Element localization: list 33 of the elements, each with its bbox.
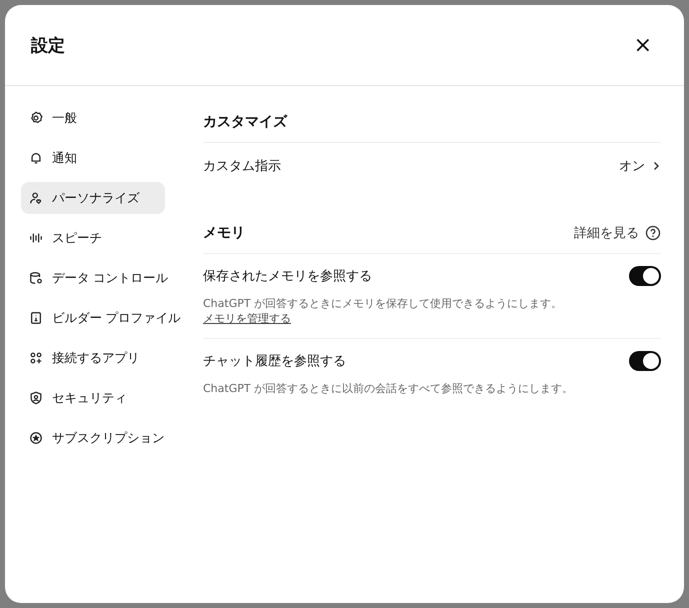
sidebar-item[interactable]: ビルダー プロファイル <box>21 302 188 334</box>
sidebar-item[interactable]: 接続するアプリ <box>21 342 165 374</box>
sidebar-item[interactable]: 一般 <box>21 102 165 134</box>
gear-icon <box>29 111 43 125</box>
shield-icon <box>29 391 43 405</box>
close-button[interactable]: × <box>630 32 656 58</box>
setting-description: ChatGPT が回答するときにメモリを保存して使用できるようにします。 <box>203 296 562 311</box>
setting-label: チャット履歴を参照する <box>203 353 346 370</box>
help-icon <box>645 225 661 241</box>
sidebar-item[interactable]: 通知 <box>21 142 165 174</box>
toggle-switch[interactable] <box>629 351 661 371</box>
section-heading: カスタマイズ <box>203 113 287 131</box>
learn-more-link[interactable]: 詳細を見る <box>574 224 661 242</box>
setting-label: 保存されたメモリを参照する <box>203 268 372 285</box>
sidebar-item[interactable]: データ コントロール <box>21 262 176 294</box>
section-heading: メモリ <box>203 224 245 242</box>
id-card-icon <box>29 311 43 325</box>
sidebar-item[interactable]: サブスクリプション <box>21 422 172 454</box>
chevron-right-icon <box>651 161 661 171</box>
badge-icon <box>29 431 43 445</box>
sidebar-item[interactable]: パーソナライズ <box>21 182 165 214</box>
dialog-title: 設定 <box>31 34 65 56</box>
person-icon <box>29 191 43 205</box>
apps-icon <box>29 351 43 365</box>
sidebar-item[interactable]: セキュリティ <box>21 382 165 414</box>
manage-memory-link[interactable]: メモリを管理する <box>203 311 291 326</box>
toggle-switch[interactable] <box>629 266 661 286</box>
database-icon <box>29 271 43 285</box>
sidebar-item[interactable]: スピーチ <box>21 222 165 254</box>
setting-description: ChatGPT が回答するときに以前の会話をすべて参照できるようにします。 <box>203 381 574 396</box>
bell-icon <box>29 151 43 165</box>
custom-instructions-row[interactable]: カスタム指示 オン <box>203 143 661 189</box>
waveform-icon <box>29 231 43 245</box>
